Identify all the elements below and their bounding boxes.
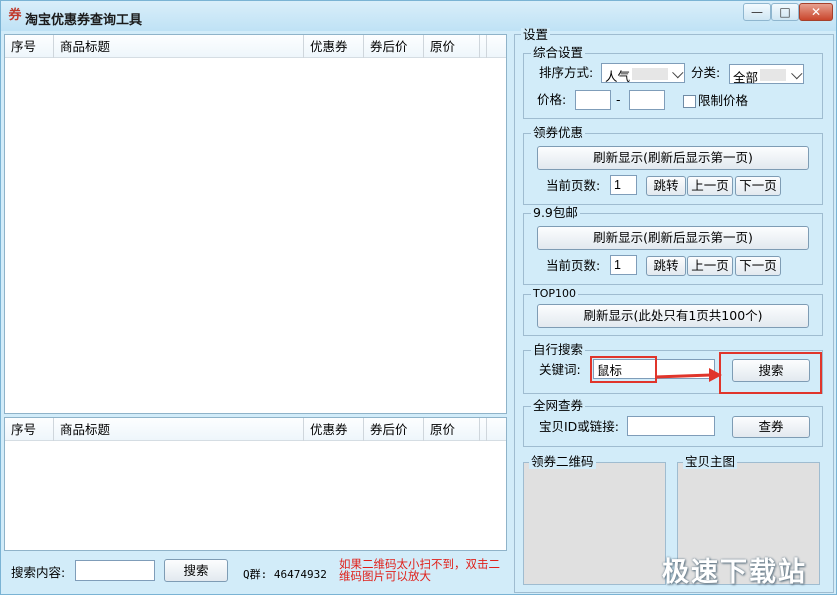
qq-group-text: Q群: 46474932 xyxy=(243,568,327,581)
web-query-group-title: 全网查券 xyxy=(531,398,586,413)
close-button[interactable]: ✕ xyxy=(799,3,833,21)
app-window: 券 淘宝优惠券查询工具 — □ ✕ 序号 商品标题 优惠券 券后价 原价 序号 … xyxy=(0,0,837,595)
coupon-jump-button[interactable]: 跳转 xyxy=(646,176,686,196)
settings-title: 设置 xyxy=(521,27,551,42)
coupon-qr-code-title: 领券二维码 xyxy=(529,454,596,469)
column-header-spacer xyxy=(480,418,487,441)
column-header-title[interactable]: 商品标题 xyxy=(54,418,304,441)
column-header-coupon[interactable]: 优惠券 xyxy=(304,418,364,441)
minimize-button[interactable]: — xyxy=(743,3,771,21)
general-settings-title: 综合设置 xyxy=(531,45,586,60)
limit-price-label: 限制价格 xyxy=(698,93,749,108)
chevron-down-icon xyxy=(791,68,803,80)
query-coupon-button[interactable]: 查券 xyxy=(732,416,810,438)
column-header-final-price[interactable]: 券后价 xyxy=(364,35,424,58)
search-content-input[interactable] xyxy=(75,560,155,581)
coupon-page-label: 当前页数: xyxy=(546,178,601,193)
blurred-area xyxy=(632,68,668,80)
window-title: 淘宝优惠券查询工具 xyxy=(25,13,143,28)
maximize-button[interactable]: □ xyxy=(771,3,799,21)
search-button-highlight-box xyxy=(719,352,822,394)
keyword-label: 关键词: xyxy=(539,362,581,377)
item-main-image-title: 宝贝主图 xyxy=(683,454,738,469)
column-header-title[interactable]: 商品标题 xyxy=(54,35,304,58)
column-header-final-price[interactable]: 券后价 xyxy=(364,418,424,441)
column-header-index[interactable]: 序号 xyxy=(5,418,54,441)
coupon-list-view[interactable]: 序号 商品标题 优惠券 券后价 原价 xyxy=(4,34,507,414)
free-shipping-prev-page-button[interactable]: 上一页 xyxy=(687,256,733,276)
free-shipping-page-input[interactable] xyxy=(610,255,637,275)
arrow-right-icon xyxy=(654,368,722,382)
free-shipping-page-label: 当前页数: xyxy=(546,258,601,273)
column-header-original-price[interactable]: 原价 xyxy=(424,35,480,58)
list-header: 序号 商品标题 优惠券 券后价 原价 xyxy=(5,35,506,58)
blurred-area xyxy=(760,69,786,81)
top100-group-title: TOP100 xyxy=(531,287,579,301)
watermark-text: 极速下载站 xyxy=(662,557,807,588)
price-min-input[interactable] xyxy=(575,90,611,110)
price-max-input[interactable] xyxy=(629,90,665,110)
sort-select-value: 人气 xyxy=(605,69,631,84)
coupon-prev-page-button[interactable]: 上一页 xyxy=(687,176,733,196)
price-dash: - xyxy=(616,92,621,107)
free-shipping-next-page-button[interactable]: 下一页 xyxy=(735,256,781,276)
column-header-coupon[interactable]: 优惠券 xyxy=(304,35,364,58)
coupon-next-page-button[interactable]: 下一页 xyxy=(735,176,781,196)
price-label: 价格: xyxy=(537,92,567,107)
list-header: 序号 商品标题 优惠券 券后价 原价 xyxy=(5,418,506,441)
custom-search-group-title: 自行搜索 xyxy=(531,342,586,357)
free-shipping-group-title: 9.9包邮 xyxy=(531,205,580,220)
bottom-search-button[interactable]: 搜索 xyxy=(164,559,228,582)
chevron-down-icon xyxy=(672,67,684,79)
item-id-label: 宝贝ID或链接: xyxy=(539,419,620,434)
title-bar: 券 淘宝优惠券查询工具 — □ ✕ xyxy=(1,1,836,31)
column-header-original-price[interactable]: 原价 xyxy=(424,418,480,441)
sort-select[interactable]: 人气 xyxy=(601,63,685,84)
top100-refresh-button[interactable]: 刷新显示(此处只有1页共100个) xyxy=(537,304,809,328)
search-content-label: 搜索内容: xyxy=(11,565,66,580)
category-select[interactable]: 全部 xyxy=(729,64,804,85)
category-select-value: 全部 xyxy=(733,70,759,85)
keyword-highlight-box xyxy=(590,356,657,383)
column-header-index[interactable]: 序号 xyxy=(5,35,54,58)
coupon-refresh-button[interactable]: 刷新显示(刷新后显示第一页) xyxy=(537,146,809,170)
coupon-qr-code-image[interactable] xyxy=(523,462,666,585)
free-shipping-refresh-button[interactable]: 刷新显示(刷新后显示第一页) xyxy=(537,226,809,250)
app-logo-icon: 券 xyxy=(8,8,22,23)
category-label: 分类: xyxy=(691,65,721,80)
column-header-spacer xyxy=(480,35,487,58)
search-result-list-view[interactable]: 序号 商品标题 优惠券 券后价 原价 xyxy=(4,417,507,551)
coupon-group-title: 领券优惠 xyxy=(531,125,586,140)
limit-price-checkbox[interactable] xyxy=(683,95,696,108)
sort-label: 排序方式: xyxy=(539,65,594,80)
free-shipping-jump-button[interactable]: 跳转 xyxy=(646,256,686,276)
qr-hint-text: 如果二维码太小扫不到，双击二维码图片可以放大 xyxy=(339,557,500,583)
coupon-page-input[interactable] xyxy=(610,175,637,195)
item-id-input[interactable] xyxy=(627,416,715,436)
